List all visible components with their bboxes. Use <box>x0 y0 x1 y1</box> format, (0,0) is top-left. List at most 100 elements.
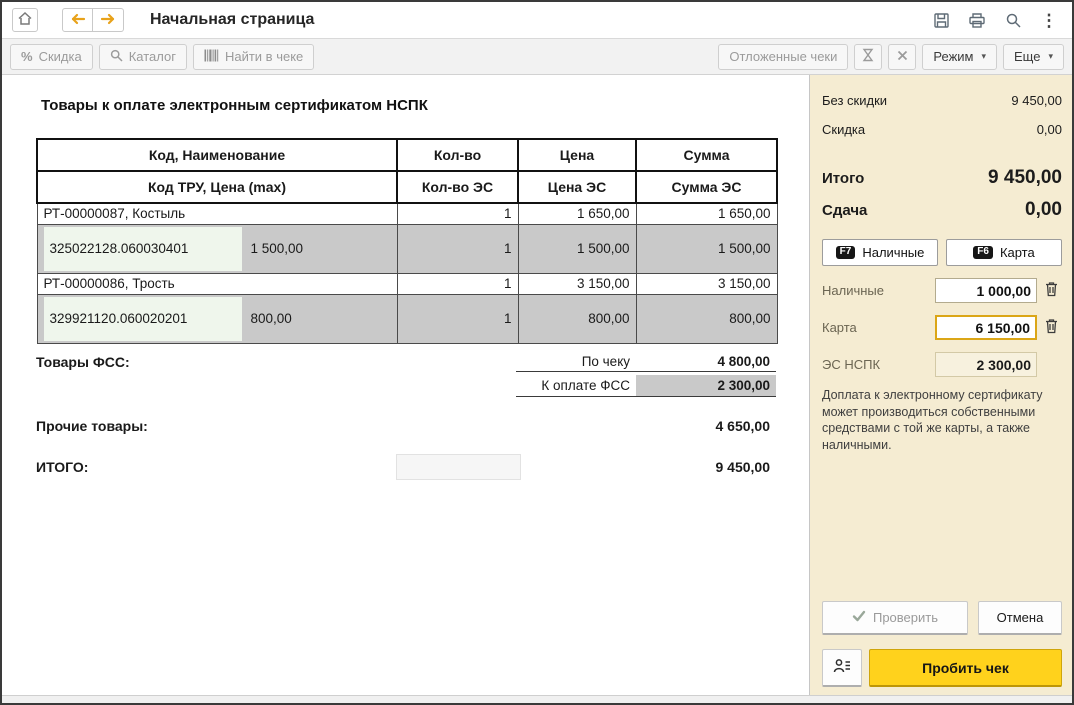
verify-button-label: Проверить <box>872 610 938 625</box>
cert-sum: 1 500,00 <box>635 223 778 274</box>
receipt-table: Код, Наименование Кол-во Цена Сумма Код … <box>36 138 778 344</box>
total-row: Итого 9 450,00 <box>822 167 1062 189</box>
search-document-icon[interactable] <box>1002 9 1024 31</box>
grand-total-input[interactable] <box>396 453 521 480</box>
nav-arrows <box>62 8 124 32</box>
header-price-es: Цена ЭС <box>517 170 637 204</box>
card-field-row: Карта <box>822 315 1062 340</box>
hourglass-button[interactable] <box>854 43 883 70</box>
clear-card-button[interactable] <box>1040 317 1062 339</box>
item-price: 1 650,00 <box>517 202 637 225</box>
check-icon <box>852 610 866 625</box>
by-receipt-value: 4 800,00 <box>717 353 770 369</box>
cash-amount-input[interactable] <box>935 278 1037 303</box>
discount-button[interactable]: % Скидка <box>10 43 93 70</box>
cert-max-price: 1 500,00 <box>250 241 304 256</box>
save-icon[interactable] <box>930 9 952 31</box>
mode-button[interactable]: Режим ▾ <box>922 43 998 70</box>
discount-label: Скидка <box>38 49 82 64</box>
fss-due-row: К оплате ФСС 2 300,00 <box>36 374 776 398</box>
card-button[interactable]: F6 Карта <box>946 239 1062 266</box>
content-area: Товары к оплате электронным сертификатом… <box>2 75 1072 695</box>
find-in-receipt-button[interactable]: Найти в чеке <box>192 43 315 70</box>
find-in-receipt-label: Найти в чеке <box>224 49 304 64</box>
f7-key-badge: F7 <box>835 246 856 259</box>
table-row-item[interactable]: РТ-00000087, Костыль 1 1 650,00 1 650,00 <box>36 202 778 225</box>
cancel-button[interactable]: Отмена <box>978 601 1062 635</box>
deferred-receipts-button[interactable]: Отложенные чеки <box>718 43 849 70</box>
toolbar: % Скидка Каталог Найти в чеке Отложенные… <box>2 39 1072 75</box>
total-value: 9 450,00 <box>988 167 1062 188</box>
header-sum: Сумма <box>635 138 778 172</box>
payment-method-buttons: F7 Наличные F6 Карта <box>822 239 1062 266</box>
grand-total-row: ИТОГО: 9 450,00 <box>36 453 776 480</box>
es-nspk-field-row: ЭС НСПК 2 300,00 <box>822 352 1062 377</box>
by-receipt-label: По чеку <box>581 353 630 369</box>
change-value: 0,00 <box>1025 199 1062 220</box>
catalog-button[interactable]: Каталог <box>98 43 187 70</box>
no-discount-row: Без скидки 9 450,00 <box>822 93 1062 108</box>
no-discount-label: Без скидки <box>822 93 888 108</box>
change-row: Сдача 0,00 <box>822 199 1062 221</box>
chevron-down-icon: ▾ <box>981 51 987 61</box>
deferred-receipts-label: Отложенные чеки <box>729 49 838 64</box>
cert-tru-code: 325022128.060030401 <box>43 226 242 271</box>
payment-hint-text: Доплата к электронному сертификату может… <box>822 388 1043 452</box>
more-button[interactable]: Еще ▾ <box>1003 43 1064 70</box>
table-header-row-1: Код, Наименование Кол-во Цена Сумма <box>36 138 778 172</box>
forward-button[interactable] <box>93 8 124 32</box>
header-tru-code: Код ТРУ, Цена (max) <box>36 170 398 204</box>
receipt-heading: Товары к оплате электронным сертификатом… <box>41 97 428 114</box>
card-amount-input[interactable] <box>935 315 1037 340</box>
verify-button[interactable]: Проверить <box>822 601 968 635</box>
grand-total-value: 9 450,00 <box>715 458 771 475</box>
submit-receipt-button[interactable]: Пробить чек <box>869 649 1062 687</box>
cert-sum: 800,00 <box>635 293 778 344</box>
item-sum: 3 150,00 <box>635 272 778 295</box>
item-qty: 1 <box>396 202 519 225</box>
payment-panel: Без скидки 9 450,00 Скидка 0,00 Итого 9 … <box>810 75 1072 695</box>
fss-label: Товары ФСС: <box>36 353 130 370</box>
arrow-right-icon <box>100 13 116 28</box>
header-sum-es: Сумма ЭС <box>635 170 778 204</box>
es-nspk-value: 2 300,00 <box>935 352 1037 377</box>
home-button[interactable] <box>12 8 38 32</box>
topbar-actions: ⋮ <box>930 9 1062 31</box>
table-header-row-2: Код ТРУ, Цена (max) Кол-во ЭС Цена ЭС Су… <box>36 170 778 204</box>
other-goods-value: 4 650,00 <box>715 417 771 434</box>
grand-total-label: ИТОГО: <box>36 458 89 475</box>
header-code-name: Код, Наименование <box>36 138 398 172</box>
table-row-certificate[interactable]: 329921120.060020201 800,00 1 800,00 800,… <box>36 293 778 344</box>
menu-dots-icon[interactable]: ⋮ <box>1038 9 1060 31</box>
cash-field-row: Наличные <box>822 278 1062 303</box>
status-bar <box>2 695 1072 703</box>
table-row-item[interactable]: РТ-00000086, Трость 1 3 150,00 3 150,00 <box>36 272 778 295</box>
back-button[interactable] <box>62 8 93 32</box>
change-label: Сдача <box>822 202 868 219</box>
table-row-certificate[interactable]: 325022128.060030401 1 500,00 1 1 500,00 … <box>36 223 778 274</box>
fss-due-label: К оплате ФСС <box>541 377 630 393</box>
customer-button[interactable] <box>822 649 862 687</box>
item-price: 3 150,00 <box>517 272 637 295</box>
customer-icon <box>833 658 851 677</box>
discount-value: 0,00 <box>1036 122 1062 137</box>
total-label: Итого <box>822 170 865 187</box>
print-icon[interactable] <box>966 9 988 31</box>
card-button-label: Карта <box>999 245 1035 260</box>
item-name: РТ-00000086, Трость <box>36 272 398 295</box>
receipt-summary: Товары ФСС: По чеку 4 800,00 К оплате ФС… <box>36 350 776 480</box>
card-field-label: Карта <box>822 320 857 335</box>
cash-button[interactable]: F7 Наличные <box>822 239 938 266</box>
es-nspk-label: ЭС НСПК <box>822 357 881 372</box>
clear-cash-button[interactable] <box>1040 280 1062 302</box>
page-title: Начальная страница <box>150 11 315 28</box>
clear-button[interactable] <box>888 43 917 70</box>
hourglass-icon <box>862 48 874 65</box>
app-window: Начальная страница ⋮ % Скидка Каталог На… <box>0 0 1074 705</box>
header-qty: Кол-во <box>396 138 519 172</box>
magnifier-icon <box>110 49 123 65</box>
item-qty: 1 <box>396 272 519 295</box>
arrow-left-icon <box>70 13 86 28</box>
no-discount-value: 9 450,00 <box>1011 93 1062 108</box>
discount-row: Скидка 0,00 <box>822 122 1062 137</box>
